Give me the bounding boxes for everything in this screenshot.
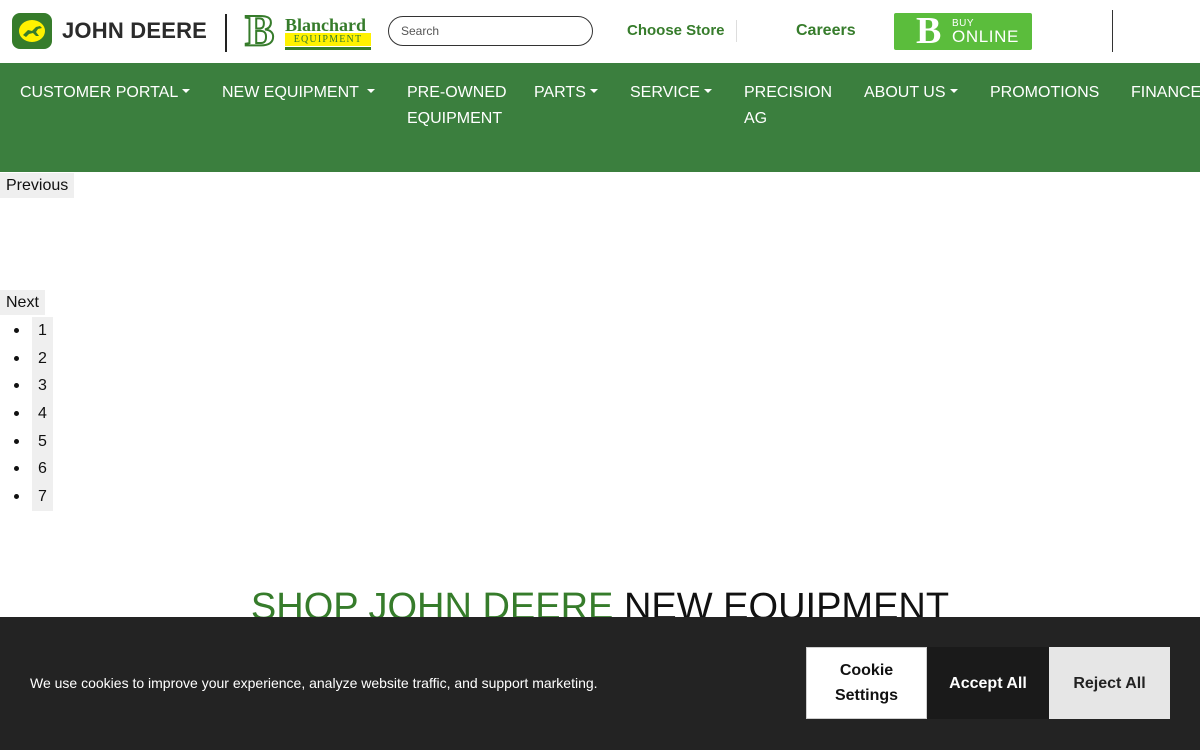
nav-item-finance[interactable]: FINANCE: [1131, 80, 1200, 106]
caret-down-icon: [703, 88, 712, 93]
carousel-indicator: 2: [0, 344, 60, 373]
accept-all-button[interactable]: Accept All: [927, 647, 1049, 719]
nav-label: PARTS: [534, 84, 586, 101]
nav-label: CUSTOMER PORTAL: [20, 84, 179, 101]
search-input[interactable]: [388, 16, 593, 46]
dealer-tagline: EQUIPMENT: [285, 33, 371, 46]
buy-online-big-label: ONLINE: [952, 27, 1019, 46]
carousel-indicator: 5: [0, 427, 60, 456]
cookie-banner: We use cookies to improve your experienc…: [0, 617, 1200, 750]
logo-divider: [225, 14, 227, 52]
reject-all-button[interactable]: Reject All: [1049, 647, 1170, 719]
carousel-indicator: 3: [0, 372, 60, 401]
bullet-icon: [14, 411, 19, 417]
bullet-icon: [14, 466, 19, 472]
bullet-icon: [14, 355, 19, 361]
nav-item-promotions[interactable]: PROMOTIONS: [990, 80, 1099, 106]
john-deere-deer-icon: [12, 13, 52, 49]
nav-label: SERVICE: [630, 84, 700, 101]
bullet-icon: [14, 494, 19, 500]
carousel-indicator: 7: [0, 483, 60, 511]
nav-label: ABOUT US: [864, 84, 946, 101]
carousel-indicator: 6: [0, 455, 60, 484]
nav-item-parts[interactable]: PARTS: [534, 80, 598, 106]
careers-link[interactable]: Careers: [796, 22, 856, 40]
blanchard-equipment-logo[interactable]: B Blanchard EQUIPMENT: [244, 6, 373, 55]
carousel-indicator-button[interactable]: 1: [32, 317, 53, 345]
bullet-icon: [14, 383, 19, 389]
nav-label: PRECISION AG: [744, 84, 833, 127]
carousel-indicator-button[interactable]: 7: [32, 483, 53, 511]
caret-down-icon: [589, 88, 598, 93]
carousel-indicator-button[interactable]: 2: [32, 344, 53, 373]
logo-underline: [285, 47, 371, 50]
carousel-indicator-button[interactable]: 3: [32, 372, 53, 401]
buy-online-button[interactable]: B BUY ONLINE: [894, 10, 1032, 52]
nav-item-new-equipment[interactable]: NEW EQUIPMENT: [222, 80, 376, 106]
nav-label: NEW EQUIPMENT: [222, 84, 359, 101]
nav-label: FINANCE: [1131, 84, 1200, 101]
blanchard-b-logo: B: [244, 6, 275, 55]
caret-down-icon: [367, 88, 376, 93]
bullet-icon: [14, 438, 19, 444]
choose-store-link[interactable]: Choose Store: [627, 22, 725, 39]
nav-item-precision-ag[interactable]: PRECISION AG: [744, 80, 844, 131]
site-header: JOHN DEERE B Blanchard EQUIPMENT Choose …: [0, 0, 1200, 63]
carousel-indicator-button[interactable]: 6: [32, 455, 53, 484]
header-divider: [736, 20, 737, 42]
bullet-icon: [14, 328, 19, 333]
carousel-indicator-button[interactable]: 5: [32, 427, 53, 456]
nav-item-about-us[interactable]: ABOUT US: [864, 80, 958, 106]
john-deere-wordmark: JOHN DEERE: [62, 18, 208, 43]
nav-item-pre-owned-equipment[interactable]: PRE-OWNED EQUIPMENT: [407, 80, 507, 131]
cookie-message: We use cookies to improve your experienc…: [30, 675, 598, 691]
blanchard-b-icon: B: [916, 10, 942, 52]
cookie-settings-button[interactable]: Cookie Settings: [806, 647, 927, 719]
carousel-indicator-button[interactable]: 4: [32, 400, 53, 428]
main-nav: CUSTOMER PORTAL NEW EQUIPMENT PRE-OWNED …: [0, 63, 1200, 172]
carousel-indicator: 1: [0, 317, 60, 345]
john-deere-logo[interactable]: JOHN DEERE: [12, 13, 207, 49]
header-divider-right: [1112, 10, 1113, 52]
nav-label: PROMOTIONS: [990, 84, 1100, 101]
caret-down-icon: [182, 88, 191, 93]
carousel-indicator: 4: [0, 400, 60, 428]
caret-down-icon: [949, 88, 958, 93]
carousel-next-button[interactable]: Next: [0, 290, 45, 315]
nav-item-customer-portal[interactable]: CUSTOMER PORTAL: [20, 80, 191, 106]
carousel-previous-button[interactable]: Previous: [0, 173, 74, 198]
nav-label: PRE-OWNED EQUIPMENT: [407, 84, 507, 127]
carousel-indicators: 1 2 3 4 5 6 7: [0, 317, 60, 511]
nav-item-service[interactable]: SERVICE: [630, 80, 712, 106]
